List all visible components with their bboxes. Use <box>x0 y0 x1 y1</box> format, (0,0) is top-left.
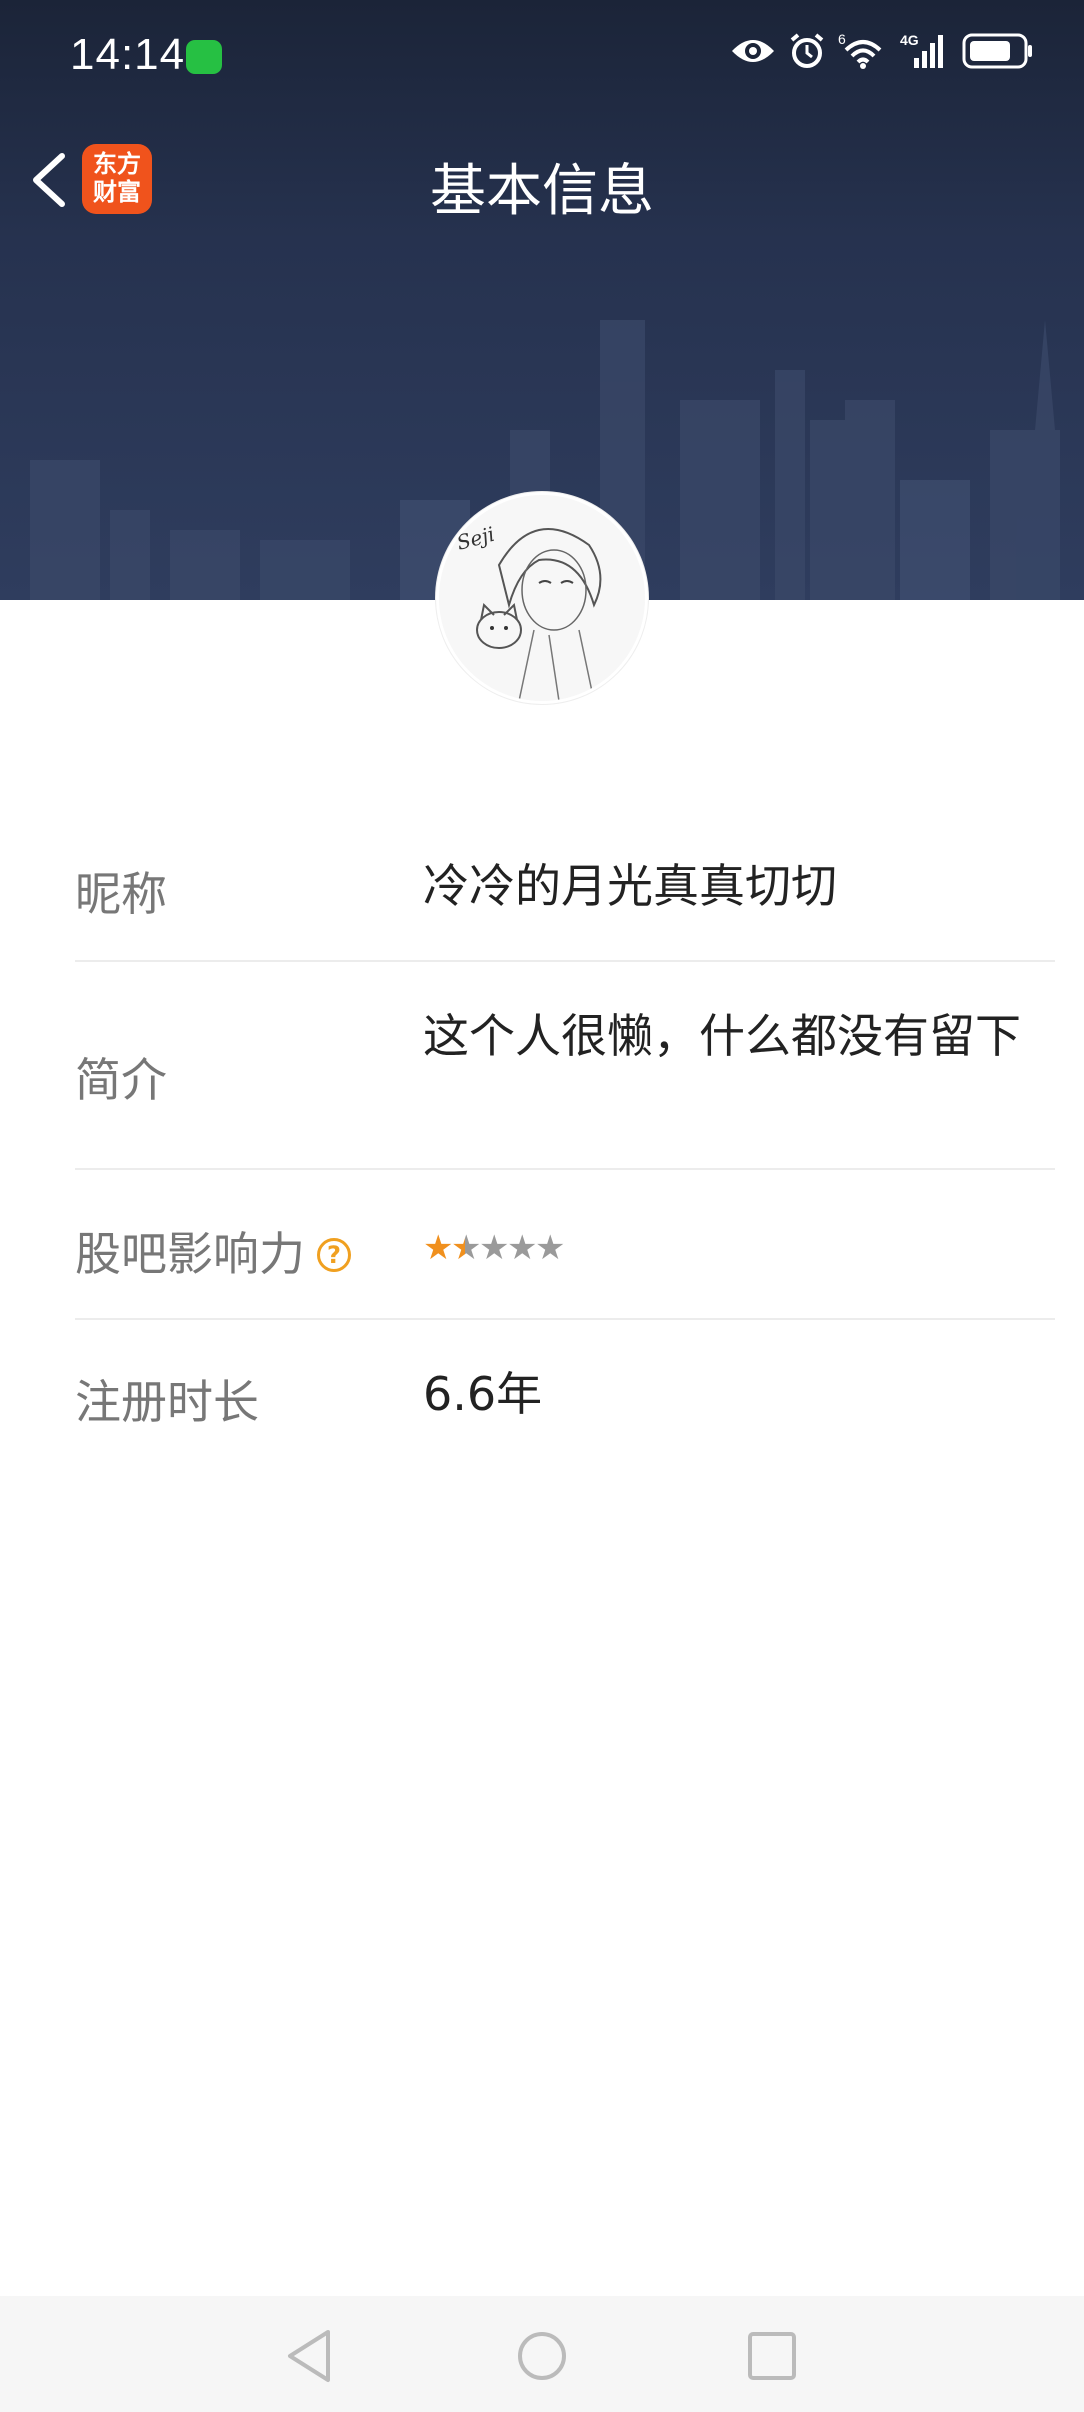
influence-label-wrap: 股吧影响力? <box>75 1218 351 1284</box>
nickname-value: 冷冷的月光真真切切 <box>423 859 837 913</box>
system-navigation-bar <box>0 2296 1084 2412</box>
bio-row: 简介 这个人很懒，什么都没有留下 <box>75 962 1055 1170</box>
wechat-icon <box>186 40 222 74</box>
help-icon[interactable]: ? <box>317 1237 351 1272</box>
influence-row: 股吧影响力? ★ ★ ★ ★ ★ <box>75 1170 1055 1320</box>
bio-value: 这个人很懒，什么都没有留下 <box>423 1009 1021 1063</box>
bio-label: 简介 <box>75 1053 167 1107</box>
registration-value: 6.6年 <box>423 1367 543 1421</box>
top-navigation: 东方 财富 基本信息 <box>0 130 1084 230</box>
registration-label: 注册时长 <box>75 1375 259 1429</box>
status-time: 14:14 <box>70 30 186 79</box>
nickname-row: 昵称 冷冷的月光真真切切 <box>75 810 1055 962</box>
nickname-label: 昵称 <box>75 867 167 921</box>
network-badge: 4G <box>900 32 919 48</box>
avatar[interactable]: Seji <box>436 492 648 704</box>
registration-row: 注册时长 6.6年 <box>75 1320 1055 1470</box>
alarm-icon <box>790 33 824 68</box>
star-icon: ★ <box>423 1228 454 1268</box>
influence-stars: ★ ★ ★ ★ ★ <box>423 1228 566 1268</box>
page-title: 基本信息 <box>430 159 654 224</box>
influence-label: 股吧影响力 <box>75 1227 305 1281</box>
wifi-badge: 6 <box>838 32 846 47</box>
avatar-sketch-image: Seji <box>439 495 645 701</box>
profile-info-list: 昵称 冷冷的月光真真切切 简介 这个人很懒，什么都没有留下 股吧影响力? ★ ★… <box>75 810 1055 1470</box>
signal-4g-icon: 4G <box>900 32 943 68</box>
star-icon: ★ <box>451 1228 482 1268</box>
status-bar: 14:14 6 4G <box>0 0 1084 110</box>
system-recents-button[interactable] <box>742 2326 802 2386</box>
battery-icon <box>962 33 1032 69</box>
system-home-button[interactable] <box>512 2326 572 2386</box>
eye-icon <box>732 40 774 62</box>
star-icon: ★ <box>535 1228 566 1268</box>
system-back-button[interactable] <box>280 2326 340 2386</box>
star-icon: ★ <box>479 1228 510 1268</box>
wifi-icon: 6 <box>838 32 882 69</box>
star-icon: ★ <box>507 1228 538 1268</box>
